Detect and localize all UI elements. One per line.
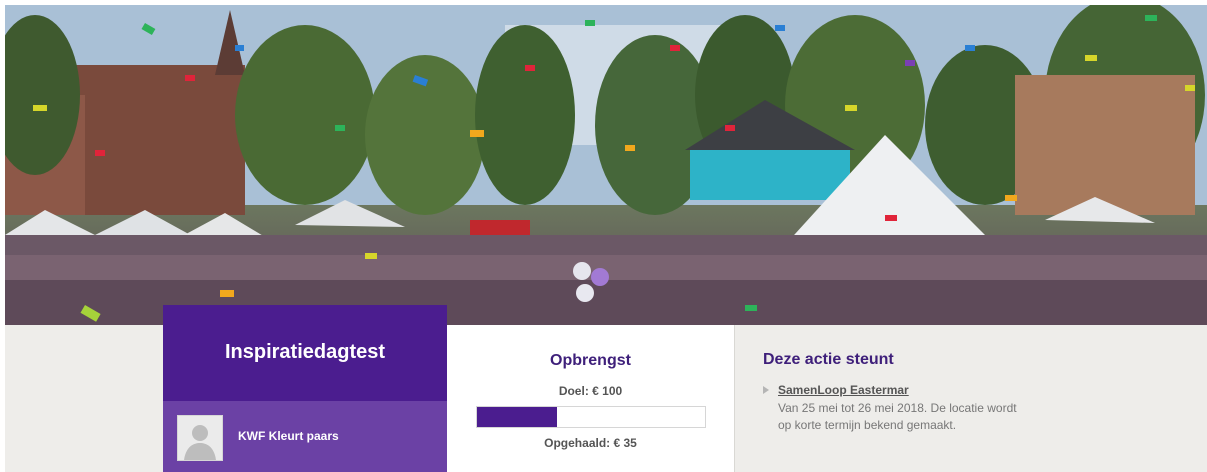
arrow-right-icon — [763, 386, 769, 394]
progress-bar — [476, 406, 706, 428]
campaign-card: Inspiratiedagtest KWF Kleurt paars — [163, 305, 447, 472]
supports-title: Deze actie steunt — [763, 351, 894, 368]
event-link[interactable]: SamenLoop Eastermar — [778, 383, 909, 397]
raised-amount: Opgehaald: € 35 — [544, 436, 637, 450]
owner-name[interactable]: KWF Kleurt paars — [238, 429, 339, 443]
progress-bar-fill — [477, 407, 557, 427]
default-user-avatar-icon — [177, 415, 223, 461]
campaign-owner[interactable]: KWF Kleurt paars — [163, 401, 447, 472]
festival-crowd-illustration — [5, 5, 1207, 325]
yield-title: Opbrengst — [550, 352, 631, 369]
goal-amount: Doel: € 100 — [558, 384, 623, 398]
event-description: Van 25 mei tot 26 mei 2018. De locatie w… — [778, 401, 1017, 432]
supports-section: Deze actie steunt SamenLoop Eastermar Va… — [735, 325, 1207, 472]
hero-banner-image — [5, 5, 1207, 325]
yield-section: Opbrengst Doel: € 100 Opgehaald: € 35 — [447, 325, 734, 472]
campaign-title: Inspiratiedagtest — [224, 341, 386, 363]
